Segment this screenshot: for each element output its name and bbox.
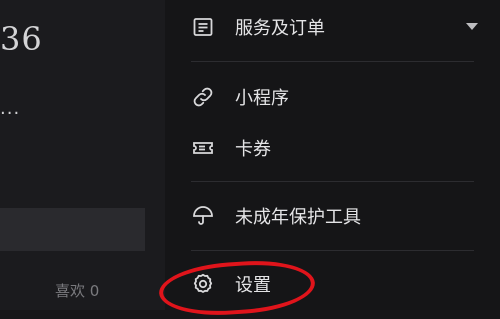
menu-item-label: 卡券 (235, 139, 271, 160)
truncated-text: ... (0, 98, 21, 119)
gear-icon (191, 272, 215, 296)
umbrella-icon (191, 204, 215, 228)
menu-item-label: 小程序 (235, 88, 289, 109)
document-list-icon (191, 15, 215, 39)
menu-item-minor-protection[interactable]: 未成年保护工具 (191, 196, 361, 236)
menu-item-coupons[interactable]: 卡券 (191, 128, 271, 168)
chevron-down-icon[interactable] (466, 23, 478, 30)
likes-count: 喜欢 0 (55, 282, 100, 300)
mini-program-link-icon (191, 85, 215, 109)
menu-item-services-orders[interactable]: 服务及订单 (191, 7, 325, 47)
divider (191, 61, 474, 62)
menu-item-settings[interactable]: 设置 (191, 264, 271, 304)
menu-item-label: 服务及订单 (235, 18, 325, 39)
coupon-ticket-icon (191, 136, 215, 160)
content-block[interactable] (0, 208, 145, 251)
count-text: 36 (0, 20, 43, 58)
menu-item-label: 设置 (235, 275, 271, 296)
divider (191, 181, 474, 182)
left-panel: 36 ... 喜欢 0 (0, 0, 165, 310)
divider (191, 250, 474, 251)
menu-item-mini-programs[interactable]: 小程序 (191, 77, 289, 117)
side-menu: 服务及订单 小程序 卡券 未成年保护工具 设置 (157, 0, 500, 319)
menu-item-label: 未成年保护工具 (235, 207, 361, 228)
